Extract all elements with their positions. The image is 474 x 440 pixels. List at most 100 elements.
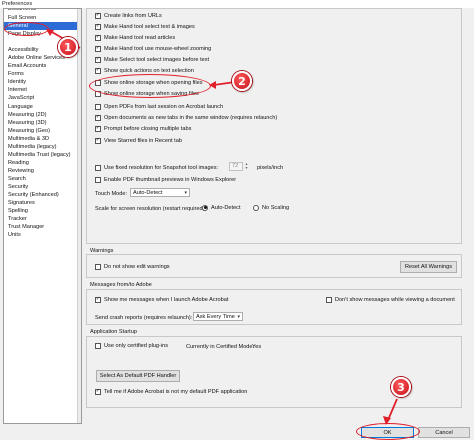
scale-none-radio[interactable] — [253, 204, 259, 211]
viewing-messages-checkbox[interactable] — [326, 296, 332, 303]
default-app-label: Tell me if Adobe Acrobat is not my defau… — [104, 388, 248, 395]
basic-option-row: ✓ Make Hand tool select text & images — [95, 22, 195, 31]
certified-plugins-label: Use only certified plug-ins — [104, 342, 169, 349]
startup-group: Use only certified plug-ins Currently in… — [86, 336, 462, 408]
certified-mode-value: Yes — [252, 344, 262, 350]
default-app-row: ✓ Tell me if Adobe Acrobat is not my def… — [95, 387, 247, 396]
sidebar-item[interactable]: Measuring (2D) — [4, 111, 81, 119]
default-app-checkbox[interactable]: ✓ — [95, 388, 101, 395]
launch-messages-row: ✓ Show me messages when I launch Adobe A… — [95, 295, 228, 304]
resolution-input[interactable]: 72 — [229, 162, 243, 171]
basic-option-label: Prompt before closing multiple tabs — [104, 125, 192, 132]
basic-option-row: Open PDFs from last session on Acrobat l… — [95, 102, 223, 111]
resolution-unit: pixels/inch — [257, 165, 284, 171]
basic-option-checkbox[interactable]: ✓ — [95, 34, 101, 41]
basic-option-label: Make Hand tool use mouse-wheel zooming — [104, 45, 212, 52]
scale-none-radio-row[interactable]: No Scaling — [253, 203, 289, 212]
fixed-resolution-checkbox[interactable] — [95, 164, 101, 171]
launch-messages-label: Show me messages when I launch Adobe Acr… — [104, 296, 229, 303]
sidebar-item[interactable]: Measuring (3D) — [4, 119, 81, 127]
crash-reports-label: Send crash reports (requires relaunch): — [95, 315, 193, 321]
viewing-messages-label: Don't show messages while viewing a docu… — [335, 296, 455, 303]
touch-mode-select[interactable]: Auto-Detect ▾ — [130, 188, 190, 197]
annotation-ellipse-online-storage — [89, 74, 211, 98]
sidebar-item[interactable]: Units — [4, 231, 81, 239]
basic-option-row: ✓ Make Hand tool read articles — [95, 33, 175, 42]
sidebar-item[interactable]: Multimedia & 3D — [4, 135, 81, 143]
sidebar-item[interactable]: Full Screen — [4, 14, 81, 22]
launch-messages-checkbox[interactable]: ✓ — [95, 296, 101, 303]
basic-option-row: ✓ Prompt before closing multiple tabs — [95, 124, 191, 133]
basic-option-label: Open PDFs from last session on Acrobat l… — [104, 103, 224, 110]
scale-auto-radio[interactable] — [202, 204, 208, 211]
annotation-ellipse-general — [4, 22, 49, 36]
preferences-category-list[interactable]: Documents Full Screen General Page Display A… — [3, 8, 82, 424]
basic-option-label: View Starred files in Recent tab — [104, 137, 182, 144]
chevron-down-icon: ▾ — [184, 190, 187, 196]
sidebar-item[interactable]: Language — [4, 103, 81, 111]
thumbnail-checkbox[interactable] — [95, 176, 101, 183]
general-preferences-panel: ✓ Create links from URLs ✓ Make Hand tool s… — [86, 8, 466, 424]
basic-option-row: ✓ Make Hand tool use mouse-wheel zooming — [95, 44, 211, 53]
basic-option-label: Show quick actions on text selection — [104, 67, 194, 74]
sidebar-item[interactable]: Multimedia (legacy) — [4, 143, 81, 151]
window-title: Preferences — [0, 0, 474, 8]
chevron-down-icon: ▾ — [237, 314, 240, 320]
viewing-messages-row: Don't show messages while viewing a docu… — [326, 295, 455, 304]
scale-label: Scale for screen resolution (restart req… — [95, 206, 206, 212]
sidebar-item[interactable]: Trust Manager — [4, 223, 81, 231]
edit-warnings-label: Do not show edit warnings — [104, 263, 170, 270]
basic-option-checkbox[interactable]: ✓ — [95, 56, 101, 63]
default-pdf-handler-button[interactable]: Select As Default PDF Handler — [96, 370, 180, 382]
sidebar-item[interactable]: JavaScript — [4, 94, 81, 102]
sidebar-scrollbar[interactable] — [77, 9, 81, 423]
certified-plugins-checkbox[interactable] — [95, 342, 101, 349]
crash-reports-select[interactable]: Ask Every Time ▾ — [193, 312, 243, 321]
cancel-button[interactable]: Cancel — [418, 427, 470, 438]
messages-title: Messages from/to Adobe — [90, 282, 152, 288]
sidebar-item[interactable]: Security (Enhanced) — [4, 191, 81, 199]
annotation-arrow-3 — [383, 398, 398, 425]
basic-option-checkbox[interactable]: ✓ — [95, 114, 101, 121]
basic-option-checkbox[interactable]: ✓ — [95, 137, 101, 144]
annotation-badge-2: 2 — [232, 71, 252, 91]
sidebar-item[interactable]: Search — [4, 175, 81, 183]
edit-warnings-row: Do not show edit warnings — [95, 262, 170, 271]
annotation-badge-1: 1 — [58, 37, 78, 57]
basic-option-row: ✓ Open documents as new tabs in the same … — [95, 113, 277, 122]
sidebar-item[interactable]: Tracker — [4, 215, 81, 223]
sidebar-item[interactable]: Spelling — [4, 207, 81, 215]
basic-option-label: Make Hand tool select text & images — [104, 23, 195, 30]
basic-option-checkbox[interactable]: ✓ — [95, 12, 101, 19]
sidebar-item[interactable]: Reviewing — [4, 167, 81, 175]
scale-auto-radio-row[interactable]: Auto-Detect — [202, 203, 241, 212]
scale-auto-label: Auto-Detect — [211, 204, 241, 211]
basic-option-label: Make Hand tool read articles — [104, 34, 176, 41]
edit-warnings-checkbox[interactable] — [95, 263, 101, 270]
basic-option-label: Create links from URLs — [104, 12, 162, 19]
sidebar-item[interactable]: Multimedia Trust (legacy) — [4, 151, 81, 159]
basic-tools-group: ✓ Create links from URLs ✓ Make Hand tool s… — [86, 8, 462, 244]
basic-option-checkbox[interactable]: ✓ — [95, 45, 101, 52]
thumbnail-row: Enable PDF thumbnail previews in Windows… — [95, 175, 236, 184]
sidebar-item[interactable]: Signatures — [4, 199, 81, 207]
basic-option-checkbox[interactable]: ✓ — [95, 67, 101, 74]
touch-mode-value: Auto-Detect — [133, 189, 163, 196]
sidebar-item[interactable]: Email Accounts — [4, 62, 81, 70]
certified-plugins-row: Use only certified plug-ins — [95, 341, 168, 350]
crash-reports-value: Ask Every Time — [196, 313, 235, 320]
sidebar-item[interactable]: Reading — [4, 159, 81, 167]
reset-warnings-button[interactable]: Reset All Warnings — [400, 261, 457, 273]
basic-option-checkbox[interactable]: ✓ — [95, 125, 101, 132]
basic-option-checkbox[interactable] — [95, 103, 101, 110]
touch-mode-label: Touch Mode: — [95, 191, 128, 197]
basic-option-checkbox[interactable]: ✓ — [95, 23, 101, 30]
sidebar-item[interactable]: Measuring (Geo) — [4, 127, 81, 135]
sidebar-item[interactable]: Security — [4, 183, 81, 191]
sidebar-item[interactable]: Internet — [4, 86, 81, 94]
sidebar-item[interactable]: Identity — [4, 78, 81, 86]
resolution-spinner[interactable]: ▲ ▼ — [244, 162, 249, 171]
certified-mode-label: Currently in Certified Mode: — [186, 344, 255, 350]
messages-group: ✓ Show me messages when I launch Adobe A… — [86, 289, 462, 325]
sidebar-item[interactable]: Forms — [4, 70, 81, 78]
